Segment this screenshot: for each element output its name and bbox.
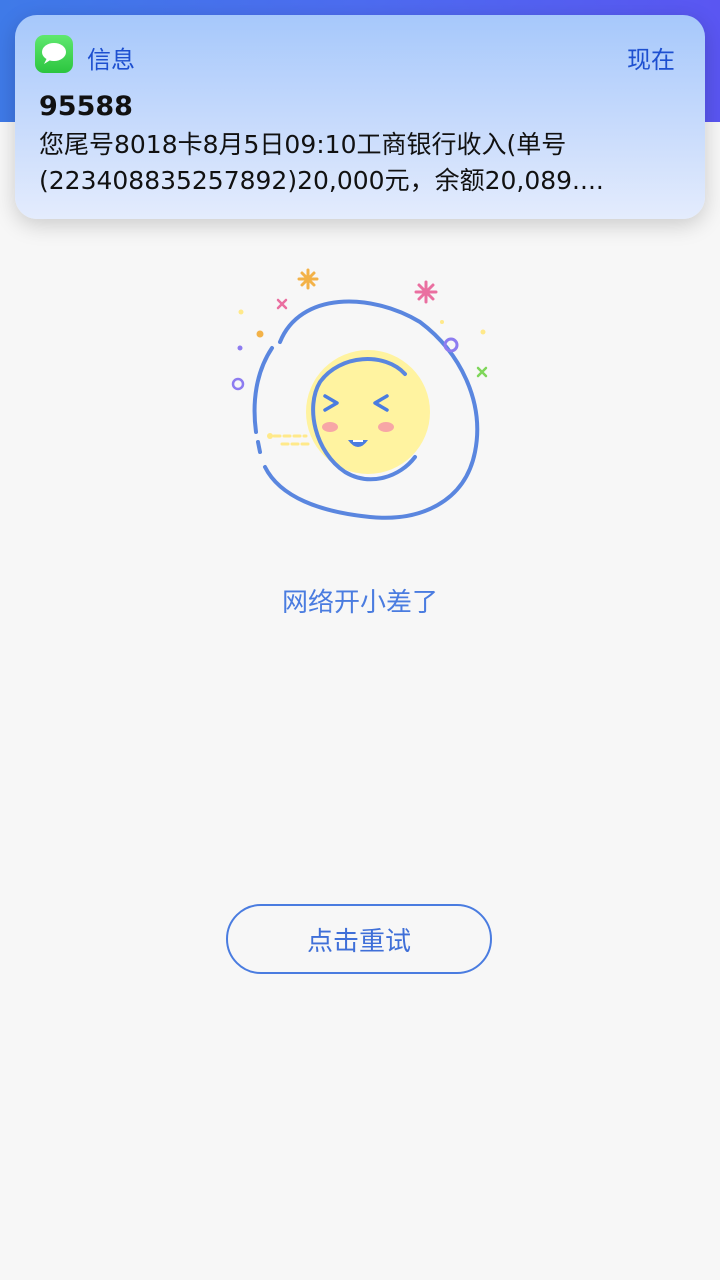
speed-lines	[272, 434, 312, 446]
retry-button[interactable]: 点击重试	[226, 904, 492, 974]
sparkle-x-green	[476, 366, 488, 378]
notification-sender: 95588	[39, 91, 133, 122]
sparkle-orange	[297, 268, 319, 290]
notification-body: 您尾号8018卡8月5日09:10工商银行收入(单号 (223408835257…	[39, 130, 604, 195]
smiling-face-illustration	[220, 262, 500, 532]
notification-banner[interactable]: 信息 现在 95588 您尾号8018卡8月5日09:10工商银行收入(单号 (…	[15, 15, 705, 219]
message-bubble-icon	[35, 35, 73, 73]
notification-time: 现在	[627, 46, 675, 74]
sparkle-x-pink	[276, 298, 288, 310]
notification-app-name: 信息	[87, 46, 135, 74]
sparkle-pink	[414, 280, 438, 304]
network-error-message: 网络开小差了	[281, 588, 438, 618]
ring-purple-small	[231, 377, 245, 391]
left-cheek	[322, 422, 338, 432]
right-cheek	[378, 422, 394, 432]
face-fill	[306, 350, 430, 474]
